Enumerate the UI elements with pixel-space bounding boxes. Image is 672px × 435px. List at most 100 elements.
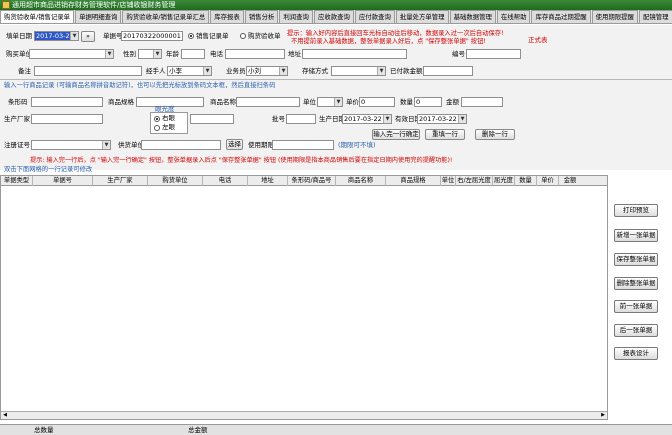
period-input[interactable] — [272, 140, 334, 150]
name-label: 商品名称 — [210, 98, 236, 106]
col-item-spec[interactable]: 商品规格 — [386, 176, 441, 186]
tab-doc-summary[interactable]: 购货验收单/销售记录单汇总 — [122, 10, 210, 23]
tab-sales-analysis[interactable]: 销售分析 — [244, 10, 279, 23]
diopter-input[interactable] — [190, 114, 234, 124]
tab-usage-reminder[interactable]: 使用期限提醒 — [591, 10, 638, 23]
batch-label: 批号 — [272, 115, 285, 123]
period-note: (期限可不填) — [338, 141, 376, 149]
buyer-select[interactable] — [29, 49, 114, 59]
col-barcode[interactable]: 条形码/商品号 — [288, 176, 336, 186]
radio-sales-label: 销售记录单 — [196, 32, 229, 40]
tab-profit-query[interactable]: 利润查询 — [279, 10, 313, 23]
prod-date-picker[interactable]: 2017-03-22 — [342, 114, 392, 124]
barcode-label: 条形码 — [8, 98, 28, 106]
tab-inventory-report[interactable]: 库存报表 — [210, 10, 244, 23]
col-diopter[interactable]: 屈光度 — [493, 176, 515, 186]
tab-purchase-sales-doc[interactable]: 购货验收单/销售记录单 — [0, 10, 75, 23]
col-maker[interactable]: 生产厂家 — [93, 176, 148, 186]
choose-supplier-button[interactable]: 选择 — [226, 139, 243, 150]
phone-input[interactable] — [225, 49, 285, 59]
delete-doc-button[interactable]: 删除整张单据 — [614, 277, 658, 290]
col-left-right-diopter[interactable]: 右/左屈光度 — [456, 176, 493, 186]
left-eye-label: 左眼 — [162, 123, 175, 131]
code-label: 编号 — [452, 50, 465, 58]
radio-purchase-accept[interactable] — [240, 33, 246, 39]
tab-payable-query[interactable]: 应付款查询 — [354, 10, 395, 23]
save-doc-button[interactable]: 保存整张单据 — [614, 253, 658, 266]
remark-input[interactable] — [34, 66, 142, 76]
storage-select[interactable] — [331, 66, 386, 76]
unit-label: 单位 — [303, 98, 316, 106]
delete-row-button[interactable]: 删除一行 — [475, 129, 515, 140]
phone-label: 电话 — [210, 50, 223, 58]
tab-base-data[interactable]: 基础数据管理 — [449, 10, 496, 23]
mode-label: 正式表 — [528, 36, 548, 44]
print-preview-button[interactable]: 打印预览 — [614, 204, 658, 217]
total-amount-label: 总金额 — [188, 426, 208, 434]
supplier-input[interactable] — [141, 140, 221, 150]
price-input[interactable]: 0 — [359, 97, 395, 107]
paid-label: 已付款金额 — [390, 67, 423, 75]
grid-horizontal-scrollbar[interactable]: ◀ ▶ — [1, 411, 607, 419]
radio-left-eye[interactable] — [154, 125, 160, 131]
batch-input[interactable] — [286, 114, 316, 124]
new-doc-button[interactable]: 新增一张单据 — [614, 229, 658, 242]
right-eye-label: 右眼 — [162, 114, 175, 122]
maker-input[interactable] — [31, 114, 103, 124]
qty-input[interactable]: 0 — [414, 97, 442, 107]
remark-label: 备注 — [18, 67, 31, 75]
records-grid[interactable]: 单据类型 单据号 生产厂家 购货单位 电话 地址 条形码/商品号 商品名称 商品… — [0, 175, 608, 420]
name-input[interactable] — [236, 97, 300, 107]
address-input[interactable] — [302, 49, 407, 59]
col-price[interactable]: 单价 — [537, 176, 559, 186]
total-qty-label: 总数量 — [34, 426, 54, 434]
col-address[interactable]: 地址 — [248, 176, 288, 186]
entry-form: 填单日期 2017-03-22 » 单据号 20170322000001 销售记… — [0, 25, 672, 170]
agent-select[interactable]: 小李 — [167, 66, 212, 76]
radio-right-eye[interactable] — [154, 116, 160, 122]
scroll-left-icon[interactable]: ◀ — [1, 412, 9, 419]
reg-select[interactable] — [31, 140, 111, 150]
barcode-input[interactable] — [31, 97, 103, 107]
price-label: 单价 — [346, 98, 359, 106]
col-doc-no[interactable]: 单据号 — [33, 176, 93, 186]
paid-input[interactable] — [423, 66, 473, 76]
prev-doc-button[interactable]: 前一张单据 — [614, 300, 658, 313]
row-entry-hint: 提示: 输入完一行后，点 "输入完一行确定" 按钮，整张单据录入后点 "保存整张… — [30, 157, 453, 164]
salesman-select[interactable]: 小刘 — [246, 66, 288, 76]
expiry-picker[interactable]: 2017-03-22 — [417, 114, 467, 124]
col-buyer[interactable]: 购货单位 — [148, 176, 203, 186]
scroll-right-icon[interactable]: ▶ — [599, 412, 607, 419]
age-input[interactable] — [181, 49, 205, 59]
col-unit[interactable]: 单位 — [441, 176, 456, 186]
unit-select[interactable] — [317, 97, 343, 107]
next-doc-button[interactable]: 后一张单据 — [614, 324, 658, 337]
goto-button[interactable]: » — [81, 31, 95, 42]
eye-box: 右眼 左眼 — [150, 112, 188, 134]
tab-expiry-reminder[interactable]: 库存商品过期提醒 — [531, 10, 591, 23]
col-amount[interactable]: 金额 — [559, 176, 581, 186]
spec-label: 商品规格 — [108, 98, 134, 106]
address-label: 地址 — [288, 50, 301, 58]
col-qty[interactable]: 数量 — [515, 176, 537, 186]
col-item-name[interactable]: 商品名称 — [336, 176, 386, 186]
tab-online-help[interactable]: 在线帮助 — [496, 10, 531, 23]
amount-input[interactable] — [461, 97, 503, 107]
age-label: 年龄 — [166, 50, 179, 58]
tab-doc-detail-query[interactable]: 单据明细查询 — [75, 10, 122, 23]
col-doc-type[interactable]: 单据类型 — [1, 176, 33, 186]
tab-receivable-query[interactable]: 应收款查询 — [313, 10, 354, 23]
enter-row-button[interactable]: 输入完一行确定 — [372, 129, 420, 140]
tab-glasses[interactable]: 配镜管理 — [638, 10, 672, 23]
reenter-row-button[interactable]: 重填一行 — [425, 129, 465, 140]
date-picker[interactable]: 2017-03-22 — [34, 31, 79, 41]
code-input[interactable] — [466, 49, 521, 59]
col-phone[interactable]: 电话 — [203, 176, 248, 186]
report-design-button[interactable]: 报表设计 — [614, 347, 658, 360]
tab-prescription[interactable]: 批量处方单管理 — [395, 10, 449, 23]
date-label: 填单日期 — [6, 32, 32, 40]
radio-sales-record[interactable] — [188, 33, 194, 39]
gender-select[interactable] — [138, 49, 162, 59]
period-label: 使用期限 — [248, 141, 274, 149]
save-doc-hint: 不用提前录入基础数据，整张单据录入好后，点 "保存整张单据" 按钮! — [291, 38, 486, 45]
